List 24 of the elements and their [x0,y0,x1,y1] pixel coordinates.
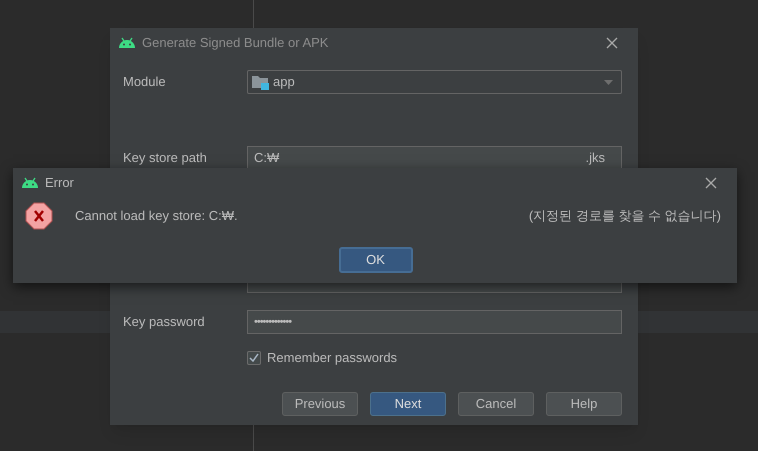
field-label: Module [123,73,167,92]
checkbox-label: Remember passwords [267,349,398,367]
dialog-button[interactable]: Help [546,392,622,416]
error-detail: (지정된 경로를 찾을 수 없습니다) [528,207,721,226]
dropdown-arrow-icon [604,80,613,84]
android-icon [118,37,136,49]
android-icon [21,177,39,189]
close-icon[interactable] [606,37,618,49]
dialog-button[interactable]: Next [370,392,446,416]
window-title: Error [45,174,75,192]
password-field[interactable]: ••••••••••••• [247,310,622,334]
error-icon [25,202,53,230]
checkbox[interactable] [247,350,261,365]
window-title: Generate Signed Bundle or APK [142,34,330,52]
folder-icon [252,74,269,90]
error-message: Cannot load key store: C:₩. [75,207,239,226]
dialog-button[interactable]: Cancel [458,392,534,416]
field-label: Key password [123,313,206,332]
dialog-button[interactable]: Previous [282,392,358,416]
field-label: Key store path [123,149,208,168]
close-icon[interactable] [705,177,717,189]
module-dropdown[interactable]: app [247,70,622,94]
ok-button[interactable]: OK [338,247,412,273]
key-store-path-field[interactable]: C:₩ .jks [247,146,622,170]
